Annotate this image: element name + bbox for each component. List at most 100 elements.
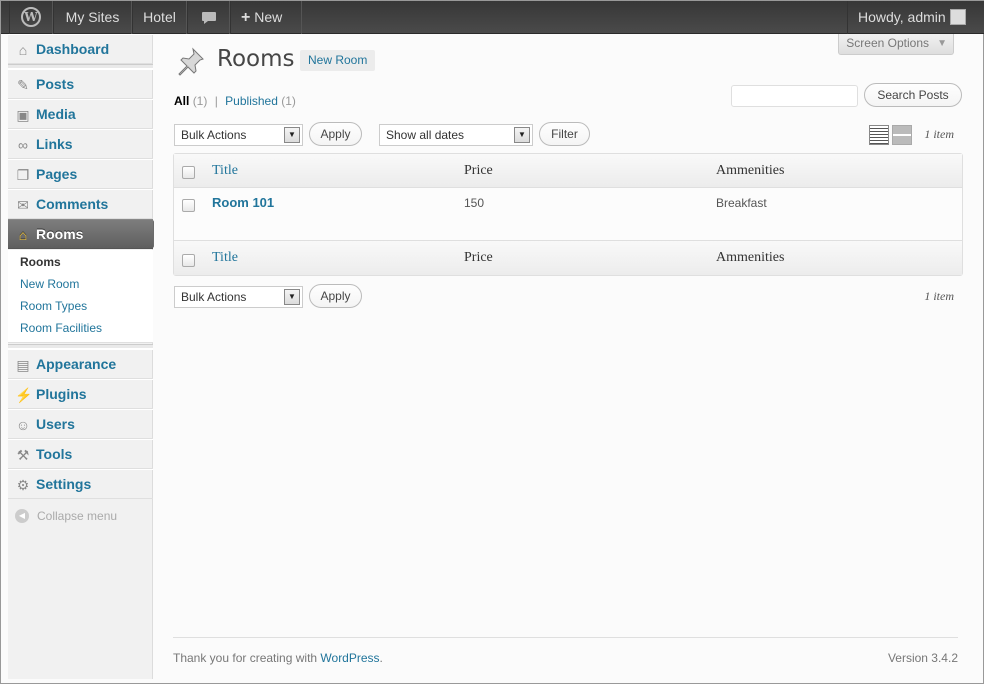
menu-item-users[interactable]: ☺ Users	[8, 409, 153, 439]
admin-menu: ⌂ Dashboard ✎ Posts ▣ Media ∞ Links ❐ Pa…	[8, 34, 162, 679]
footer-thankyou: Thank you for creating with WordPress.	[173, 651, 383, 665]
displaying-num-bottom: 1 item	[924, 289, 954, 303]
table-row: Room 101 150 Breakfast	[174, 188, 962, 240]
menu-label: Tools	[36, 446, 73, 462]
pages-icon: ❐	[16, 167, 30, 183]
view-all-link[interactable]: All	[174, 94, 189, 108]
plug-icon: ⚡	[15, 387, 33, 403]
column-price-header: Price	[464, 163, 493, 178]
bulk-actions-value: Bulk Actions	[181, 290, 247, 304]
tools-icon: ⚒	[16, 447, 30, 463]
select-all-checkbox[interactable]	[182, 166, 195, 179]
excerpt-view-icon[interactable]	[892, 125, 912, 145]
bulk-actions-value: Bulk Actions	[181, 128, 247, 142]
menu-label: Plugins	[36, 386, 87, 402]
chevron-down-icon: ▼	[937, 38, 947, 49]
row-title-link[interactable]: Room 101	[212, 195, 274, 210]
menu-item-posts[interactable]: ✎ Posts	[8, 69, 153, 99]
menu-label: Media	[36, 106, 76, 122]
appearance-icon: ▤	[16, 357, 30, 373]
apply-button-bottom[interactable]: Apply	[309, 284, 362, 308]
footer-period: .	[379, 651, 383, 665]
collapse-menu-button[interactable]: ◀ Collapse menu	[8, 506, 153, 526]
view-separator: |	[214, 94, 218, 108]
menu-label: Settings	[36, 476, 92, 492]
my-sites-menu[interactable]: My Sites	[53, 1, 132, 34]
menu-item-tools[interactable]: ⚒ Tools	[8, 439, 153, 469]
menu-item-rooms[interactable]: ⌂ Rooms	[8, 219, 153, 249]
menu-item-dashboard[interactable]: ⌂ Dashboard	[8, 34, 153, 64]
dropdown-arrow-icon: ▼	[284, 127, 300, 143]
admin-bar: W My Sites Hotel + New Howdy, admin	[1, 1, 984, 34]
house-icon: ⌂	[18, 227, 28, 243]
add-new-room-button[interactable]: New Room	[300, 50, 376, 71]
menu-label: Posts	[36, 76, 75, 92]
dropdown-arrow-icon: ▼	[284, 289, 300, 305]
screen-options-button[interactable]: Screen Options ▼	[838, 34, 954, 55]
howdy-label: Howdy, admin	[858, 9, 946, 25]
avatar	[949, 9, 966, 26]
view-all-count: (1)	[192, 94, 208, 108]
filter-button[interactable]: Filter	[539, 122, 590, 146]
home-icon: ⌂	[18, 42, 28, 58]
menu-item-plugins[interactable]: ⚡ Plugins	[8, 379, 153, 409]
displaying-num-top: 1 item	[924, 127, 954, 141]
menu-label: Pages	[36, 166, 78, 182]
menu-item-pages[interactable]: ❐ Pages	[8, 159, 153, 189]
menu-label: Dashboard	[36, 41, 110, 57]
settings-icon: ⚙	[16, 477, 30, 493]
users-icon: ☺	[15, 417, 31, 433]
view-published-count: (1)	[281, 94, 296, 108]
view-published-link[interactable]: Published	[225, 94, 278, 108]
date-filter-select[interactable]: Show all dates ▼	[379, 124, 533, 146]
main-content: Screen Options ▼ Rooms New Room All (1) …	[154, 34, 979, 679]
menu-item-media[interactable]: ▣ Media	[8, 99, 153, 129]
site-name-menu[interactable]: Hotel	[132, 1, 187, 34]
new-content-label: New	[254, 9, 283, 25]
search-posts-button[interactable]: Search Posts	[864, 83, 962, 107]
column-price-footer: Price	[464, 250, 493, 265]
new-content-menu[interactable]: + New	[230, 1, 302, 34]
account-menu[interactable]: Howdy, admin	[847, 1, 984, 34]
menu-label: Rooms	[36, 226, 84, 242]
comment-icon: ✉	[17, 197, 29, 213]
table-footer: Title Price Ammenities	[174, 240, 962, 275]
table-header: Title Price Ammenities	[174, 154, 962, 188]
row-checkbox[interactable]	[182, 199, 195, 212]
menu-item-links[interactable]: ∞ Links	[8, 129, 153, 159]
search-input[interactable]	[731, 85, 858, 107]
submenu-item-room-types[interactable]: Room Types	[20, 299, 87, 313]
row-price: 150	[464, 196, 485, 210]
menu-item-settings[interactable]: ⚙ Settings	[8, 469, 153, 499]
menu-item-appearance[interactable]: ▤ Appearance	[8, 349, 153, 379]
rooms-table: Title Price Ammenities Room 101 150 Brea…	[173, 153, 963, 276]
row-ammenities: Breakfast	[716, 196, 767, 210]
comment-bubble-icon	[201, 12, 216, 25]
footer-divider	[173, 637, 958, 638]
menu-label: Links	[36, 136, 73, 152]
column-title-header[interactable]: Title	[212, 163, 238, 179]
column-title-footer[interactable]: Title	[212, 250, 238, 266]
select-all-checkbox-bottom[interactable]	[182, 254, 195, 267]
pushpin-icon: ✎	[17, 77, 29, 93]
list-view-icon[interactable]	[869, 125, 889, 145]
rooms-submenu: Rooms New Room Room Types Room Facilitie…	[8, 250, 153, 343]
menu-label: Appearance	[36, 356, 117, 372]
wordpress-link[interactable]: WordPress	[320, 651, 379, 665]
wordpress-logo-menu[interactable]: W	[9, 1, 53, 34]
browser-frame: W My Sites Hotel + New Howdy, admin ⌂ Da…	[0, 0, 984, 684]
date-filter-value: Show all dates	[386, 128, 465, 142]
submenu-item-new-room[interactable]: New Room	[20, 277, 79, 291]
apply-button-top[interactable]: Apply	[309, 122, 362, 146]
bulk-actions-select-bottom[interactable]: Bulk Actions ▼	[174, 286, 303, 308]
bulk-actions-select-top[interactable]: Bulk Actions ▼	[174, 124, 303, 146]
submenu-item-room-facilities[interactable]: Room Facilities	[20, 321, 102, 335]
column-ammenities-header: Ammenities	[716, 163, 785, 178]
comments-menu[interactable]	[187, 1, 230, 34]
screen-options-label: Screen Options	[846, 36, 929, 50]
menu-item-comments[interactable]: ✉ Comments	[8, 189, 153, 219]
plus-icon: +	[241, 9, 251, 26]
column-ammenities-footer: Ammenities	[716, 250, 785, 265]
footer-version: Version 3.4.2	[887, 651, 958, 665]
submenu-item-rooms[interactable]: Rooms	[20, 255, 61, 269]
